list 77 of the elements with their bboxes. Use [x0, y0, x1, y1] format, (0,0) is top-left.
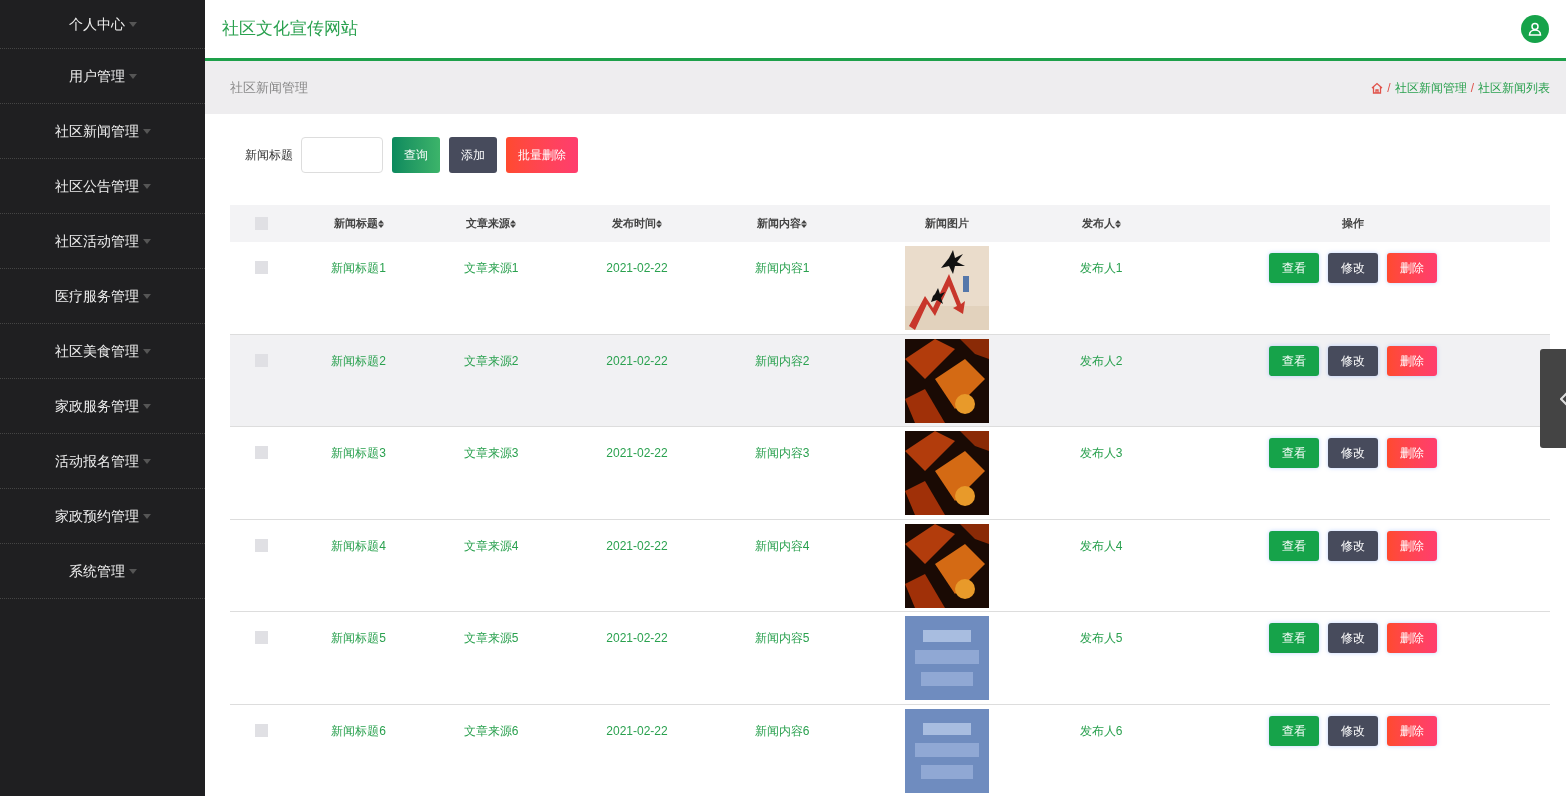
- user-icon: [1528, 22, 1542, 36]
- table-cell-text: 新闻内容1: [754, 260, 810, 277]
- table-cell-text: 新闻标题5: [331, 630, 386, 648]
- table-cell-text: 2021-02-22: [606, 630, 668, 648]
- table-cell-text: 文章来源3: [463, 445, 519, 463]
- table-cell-text: 2021-02-22: [606, 537, 668, 555]
- table-cell-text: 发布人5: [1079, 630, 1123, 648]
- table-cell-text: 新闻标题3: [331, 445, 386, 463]
- row-checkbox[interactable]: [254, 538, 268, 552]
- search-label: 新闻标题: [245, 147, 293, 164]
- caret-icon: [142, 293, 151, 299]
- table-cell-text: 发布人6: [1079, 722, 1123, 740]
- caret-icon: [142, 458, 151, 464]
- table-cell-text: 发布人4: [1079, 537, 1123, 555]
- edit-button[interactable]: 修改: [1327, 530, 1378, 561]
- table-cell-text: 新闻标题6: [331, 722, 386, 740]
- sort-icon: [801, 219, 807, 228]
- row-checkbox[interactable]: [254, 631, 268, 645]
- sort-icon: [510, 219, 516, 228]
- column-header[interactable]: 新闻标题: [292, 215, 425, 232]
- table-cell-text: 新闻内容6: [754, 722, 810, 740]
- column-header[interactable]: 发布人: [1047, 215, 1155, 232]
- edit-button[interactable]: 修改: [1327, 345, 1378, 376]
- caret-icon: [128, 568, 137, 574]
- table-cell-text: 文章来源6: [463, 722, 519, 740]
- side-drawer-tab[interactable]: [1540, 349, 1566, 448]
- table-cell-text: 文章来源1: [463, 260, 519, 277]
- chevron-left-icon: [1560, 391, 1566, 406]
- table-cell-text: 发布人1: [1079, 260, 1123, 277]
- table-cell-text: 新闻内容2: [754, 352, 810, 370]
- home-icon[interactable]: [1371, 81, 1384, 94]
- table-cell-text: 新闻内容5: [754, 630, 810, 648]
- caret-icon: [128, 73, 137, 79]
- caret-icon: [142, 238, 151, 244]
- caret-icon: [142, 403, 151, 409]
- edit-button[interactable]: 修改: [1327, 715, 1378, 746]
- column-header[interactable]: 发布时间: [557, 215, 717, 232]
- user-avatar-button[interactable]: [1521, 15, 1549, 43]
- table-cell-text: 新闻内容3: [754, 445, 810, 463]
- table-cell-text: 新闻内容4: [754, 537, 810, 555]
- table-cell-text: 新闻标题1: [331, 260, 386, 277]
- breadcrumb-separator: /: [1470, 79, 1474, 97]
- table-cell-text: 2021-02-22: [606, 352, 668, 370]
- table-cell-text: 文章来源2: [463, 352, 519, 370]
- row-checkbox[interactable]: [254, 261, 268, 274]
- site-title: 社区文化宣传网站: [222, 18, 358, 41]
- caret-icon: [128, 21, 137, 27]
- table-cell-text: 2021-02-22: [606, 722, 668, 740]
- caret-icon: [142, 348, 151, 354]
- search-button[interactable]: 查询: [392, 137, 440, 173]
- column-header: 操作: [1340, 216, 1365, 232]
- breadcrumb-separator: /: [1387, 79, 1391, 97]
- sort-icon: [1114, 219, 1121, 228]
- edit-button[interactable]: 修改: [1327, 253, 1378, 283]
- add-button[interactable]: 添加: [449, 137, 497, 173]
- table-cell-text: 新闻标题4: [331, 537, 386, 555]
- search-field[interactable]: [301, 137, 383, 173]
- caret-icon: [142, 128, 151, 134]
- caret-icon: [142, 513, 151, 519]
- edit-button[interactable]: 修改: [1327, 438, 1378, 469]
- table-cell-text: 新闻标题2: [331, 352, 386, 370]
- row-checkbox[interactable]: [254, 446, 268, 460]
- page-title: 社区新闻管理: [230, 78, 308, 97]
- caret-icon: [142, 183, 151, 189]
- edit-button[interactable]: 修改: [1327, 623, 1378, 654]
- column-header[interactable]: 文章来源: [425, 215, 557, 232]
- sort-icon: [377, 219, 384, 228]
- sort-icon: [656, 219, 662, 228]
- table-cell-text: 文章来源4: [463, 537, 519, 555]
- table-cell-text: 发布人2: [1079, 352, 1123, 370]
- table-cell-text: 2021-02-22: [606, 260, 668, 277]
- table-cell-text: 文章来源5: [463, 630, 519, 648]
- row-checkbox[interactable]: [254, 723, 268, 737]
- column-header[interactable]: 新闻内容: [717, 215, 847, 232]
- table-cell-text: 发布人3: [1079, 445, 1123, 463]
- table-cell-text: 2021-02-22: [606, 445, 668, 463]
- column-header: 新闻图片: [924, 216, 970, 232]
